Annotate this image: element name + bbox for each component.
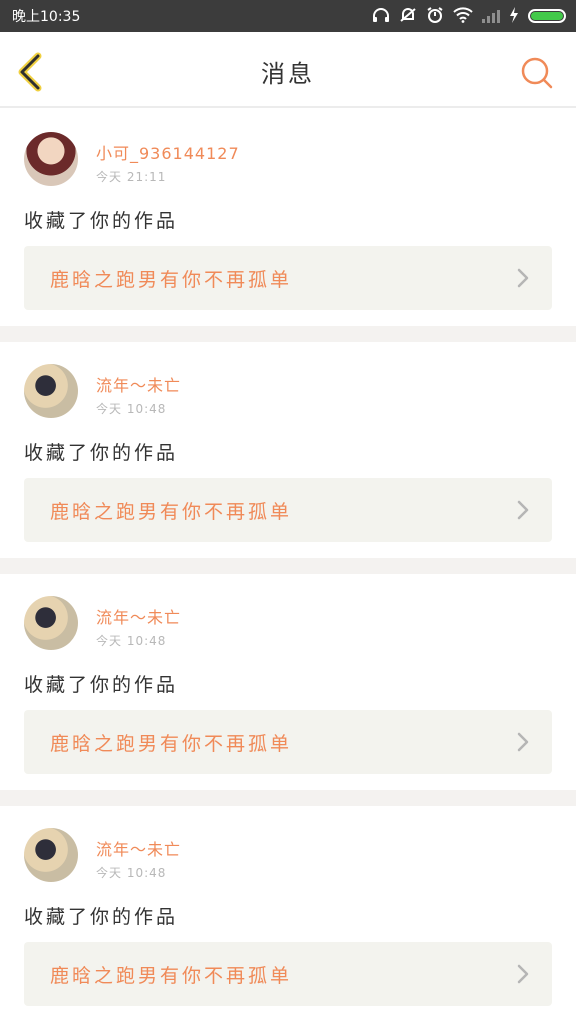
headphones-icon (372, 7, 390, 26)
work-title: 鹿晗之跑男有你不再孤单 (50, 500, 293, 523)
work-title: 鹿晗之跑男有你不再孤单 (50, 964, 293, 987)
status-time: 晚上10:35 (12, 9, 81, 25)
chevron-right-icon (517, 268, 529, 288)
work-link[interactable]: 鹿晗之跑男有你不再孤单 (24, 942, 552, 1006)
message-time: 今天 10:48 (96, 634, 167, 648)
status-bar: 晚上10:35 (0, 0, 576, 32)
message-time: 今天 21:11 (96, 170, 167, 184)
work-link[interactable]: 鹿晗之跑男有你不再孤单 (24, 478, 552, 542)
avatar[interactable] (24, 828, 78, 882)
message-card: 流年～未亡 今天 10:48 收藏了你的作品 鹿晗之跑男有你不再孤单 (0, 806, 576, 1022)
user-name[interactable]: 流年～未亡 (96, 836, 181, 860)
divider (0, 790, 576, 806)
message-list: 小可_936144127 今天 21:11 收藏了你的作品 鹿晗之跑男有你不再孤… (0, 110, 576, 1022)
user-name[interactable]: 小可_936144127 (96, 140, 240, 164)
page-title: 消息 (261, 60, 315, 88)
avatar[interactable] (24, 596, 78, 650)
divider (0, 326, 576, 342)
battery-level (531, 12, 563, 20)
charging-icon (509, 6, 519, 26)
battery-icon (528, 9, 566, 23)
message-card: 小可_936144127 今天 21:11 收藏了你的作品 鹿晗之跑男有你不再孤… (0, 110, 576, 326)
message-card: 流年～未亡 今天 10:48 收藏了你的作品 鹿晗之跑男有你不再孤单 (0, 574, 576, 790)
action-text: 收藏了你的作品 (24, 442, 179, 464)
signal-icon (482, 9, 500, 23)
action-text: 收藏了你的作品 (24, 210, 179, 232)
divider (0, 558, 576, 574)
muted-alarm-icon (399, 7, 417, 26)
work-link[interactable]: 鹿晗之跑男有你不再孤单 (24, 710, 552, 774)
action-text: 收藏了你的作品 (24, 674, 179, 696)
wifi-icon (453, 6, 473, 26)
chevron-right-icon (517, 964, 529, 984)
avatar[interactable] (24, 132, 78, 186)
avatar[interactable] (24, 364, 78, 418)
action-text: 收藏了你的作品 (24, 906, 179, 928)
chevron-right-icon (517, 500, 529, 520)
work-title: 鹿晗之跑男有你不再孤单 (50, 732, 293, 755)
chevron-right-icon (517, 732, 529, 752)
message-time: 今天 10:48 (96, 402, 167, 416)
nav-bar: 消息 (0, 32, 576, 108)
work-link[interactable]: 鹿晗之跑男有你不再孤单 (24, 246, 552, 310)
search-icon (521, 57, 553, 89)
search-button[interactable] (520, 56, 554, 90)
work-title: 鹿晗之跑男有你不再孤单 (50, 268, 293, 291)
user-name[interactable]: 流年～未亡 (96, 604, 181, 628)
message-card: 流年～未亡 今天 10:48 收藏了你的作品 鹿晗之跑男有你不再孤单 (0, 342, 576, 558)
user-name[interactable]: 流年～未亡 (96, 372, 181, 396)
status-icons (372, 6, 566, 27)
alarm-clock-icon (426, 6, 444, 27)
message-time: 今天 10:48 (96, 866, 167, 880)
